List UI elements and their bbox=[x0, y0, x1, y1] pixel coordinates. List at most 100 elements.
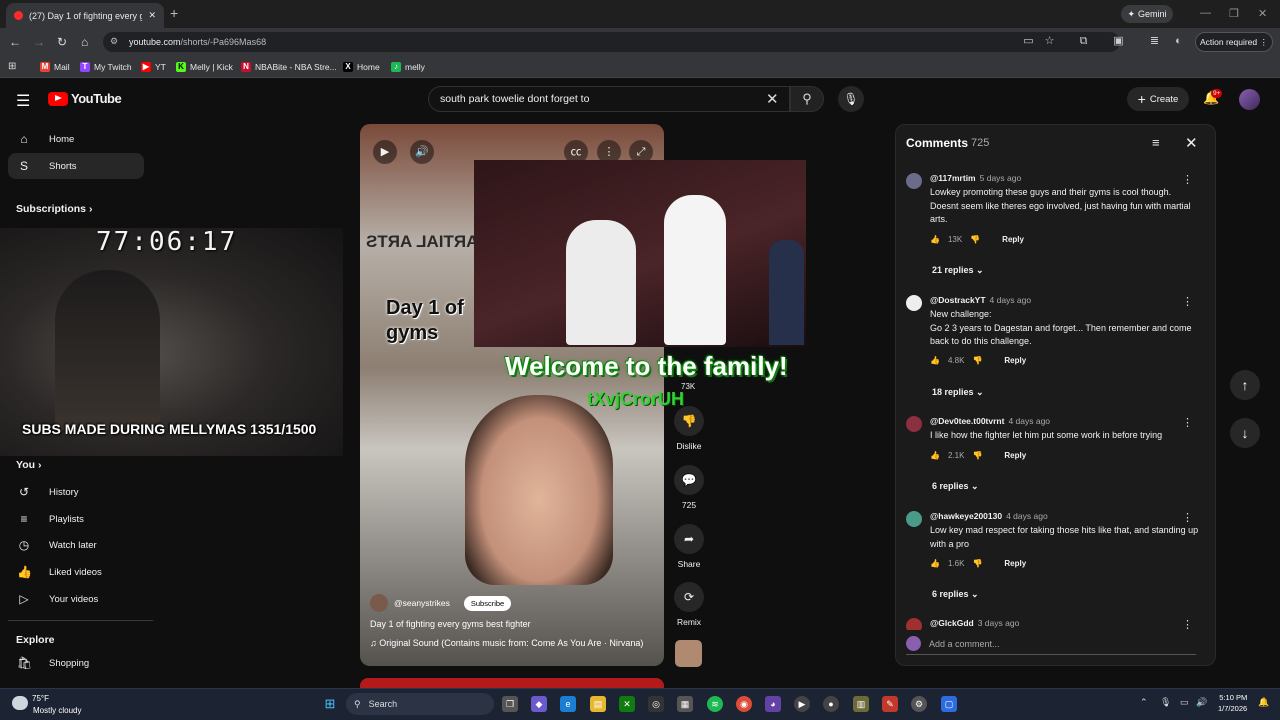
bookmark-kick[interactable]: K Melly | Kick bbox=[176, 59, 233, 74]
volume-tray-icon[interactable]: 🔊 bbox=[1196, 697, 1207, 708]
dislike-icon[interactable]: 👎 bbox=[970, 235, 980, 244]
profile-icon[interactable]: ◐ bbox=[1172, 35, 1185, 48]
commenter-name[interactable]: @GlckGdd bbox=[930, 618, 974, 628]
extensions-icon[interactable]: ⧉ bbox=[1077, 35, 1090, 48]
dislike-icon[interactable]: 👎 bbox=[972, 356, 982, 365]
commenter-name[interactable]: @DostrackYT bbox=[930, 295, 986, 305]
view-replies-button[interactable]: 6 replies ⌄ bbox=[932, 589, 979, 600]
you-heading[interactable]: You › bbox=[16, 459, 41, 471]
reload-icon[interactable]: ↻ bbox=[57, 35, 67, 49]
next-short-preview[interactable] bbox=[360, 678, 664, 688]
subscriptions-heading[interactable]: Subscriptions › bbox=[16, 203, 92, 215]
dislike-icon[interactable]: 👎 bbox=[972, 559, 982, 568]
copilot-icon[interactable]: ◆ bbox=[531, 696, 547, 712]
more-options-icon[interactable]: ⋮ bbox=[1182, 173, 1193, 186]
bookmark-mail[interactable]: M Mail bbox=[40, 59, 70, 74]
reply-button[interactable]: Reply bbox=[1002, 235, 1024, 244]
account-avatar[interactable] bbox=[1239, 89, 1260, 110]
media-player-icon[interactable]: ▶ bbox=[794, 696, 810, 712]
site-info-icon[interactable]: ⚙ bbox=[110, 36, 118, 47]
more-options-icon[interactable]: ⋮ bbox=[1182, 295, 1193, 308]
app-icon[interactable]: ▢ bbox=[941, 696, 957, 712]
notification-center-icon[interactable]: 🔔 bbox=[1258, 697, 1269, 708]
like-icon[interactable]: 👍 bbox=[930, 451, 940, 460]
play-icon[interactable]: ▶ bbox=[373, 140, 397, 164]
menu-icon[interactable]: ☰ bbox=[16, 91, 30, 111]
edge-icon[interactable]: e bbox=[560, 696, 576, 712]
chrome-icon[interactable]: ◉ bbox=[736, 696, 752, 712]
back-icon[interactable]: ← bbox=[9, 35, 21, 49]
search-input[interactable]: south park towelie dont forget to bbox=[428, 86, 790, 112]
sort-icon[interactable]: ≡ bbox=[1152, 135, 1160, 150]
settings-icon[interactable]: ⚙ bbox=[911, 696, 927, 712]
bookmark-star-icon[interactable]: ☆ bbox=[1043, 35, 1056, 48]
previous-short-button[interactable]: ↑ bbox=[1230, 370, 1260, 400]
comments-button[interactable]: 💬 725 bbox=[672, 465, 706, 510]
next-short-button[interactable]: ↓ bbox=[1230, 418, 1260, 448]
tab-close-icon[interactable]: ✕ bbox=[148, 10, 156, 21]
share-button[interactable]: ➦ Share bbox=[672, 524, 706, 569]
minimize-icon[interactable]: — bbox=[1200, 7, 1211, 19]
subscribe-button[interactable]: Subscribe bbox=[463, 595, 512, 611]
bookmark-melly[interactable]: ♪ melly bbox=[391, 59, 425, 74]
more-options-icon[interactable]: ⋮ bbox=[1182, 511, 1193, 524]
more-options-icon[interactable]: ⋮ bbox=[1182, 416, 1193, 429]
bookmark-nbabite[interactable]: N NBABite - NBA Stre... bbox=[241, 59, 337, 74]
tray-chevron-icon[interactable]: ⌃ bbox=[1140, 697, 1148, 708]
bookmark-twitch[interactable]: T My Twitch bbox=[80, 59, 132, 74]
commenter-name[interactable]: @117mrtim bbox=[930, 173, 976, 183]
channel-name[interactable]: @seanystrikes bbox=[394, 598, 450, 608]
sidebar-item-home[interactable]: ⌂ Home bbox=[8, 126, 144, 152]
obs-icon[interactable]: ● bbox=[823, 696, 839, 712]
video-title[interactable]: Day 1 of fighting every gyms best fighte… bbox=[370, 619, 531, 629]
dislike-button[interactable]: 👎 Dislike bbox=[672, 406, 706, 451]
close-comments-icon[interactable]: ✕ bbox=[1185, 134, 1198, 152]
commenter-name[interactable]: @Dev0tee.t00tvrnt bbox=[930, 416, 1004, 426]
dislike-icon[interactable]: 👎 bbox=[972, 451, 982, 460]
commenter-name[interactable]: @hawkeye200130 bbox=[930, 511, 1002, 521]
cast-icon[interactable]: ▭ bbox=[1022, 35, 1035, 48]
windows-start-icon[interactable]: ⊞ bbox=[322, 696, 338, 712]
network-icon[interactable]: ▭ bbox=[1180, 697, 1189, 708]
task-view-icon[interactable]: ❐ bbox=[502, 696, 518, 712]
sidebar-item-shorts[interactable]: S Shorts bbox=[8, 153, 144, 179]
xbox-icon[interactable]: ✕ bbox=[619, 696, 635, 712]
address-bar[interactable]: youtube.com/shorts/-Pa696Mas68 bbox=[103, 32, 1120, 52]
reply-button[interactable]: Reply bbox=[1004, 559, 1026, 568]
sidebar-item-watch-later[interactable]: ◷ Watch later bbox=[8, 532, 144, 558]
channel-row[interactable]: @seanystrikes Subscribe bbox=[370, 594, 512, 612]
app-icon[interactable]: ▥ bbox=[853, 696, 869, 712]
bookmark-yt[interactable]: ▶ YT bbox=[141, 59, 166, 74]
weather-widget[interactable]: 75°F Mostly cloudy bbox=[12, 692, 81, 716]
action-required-button[interactable]: Action required ⋮ bbox=[1195, 32, 1273, 52]
commenter-avatar[interactable] bbox=[906, 173, 922, 189]
commenter-avatar[interactable] bbox=[906, 295, 922, 311]
screenshot-icon[interactable]: ▣ bbox=[1112, 35, 1125, 48]
commenter-avatar[interactable] bbox=[906, 511, 922, 527]
like-icon[interactable]: 👍 bbox=[930, 559, 940, 568]
commenter-avatar[interactable] bbox=[906, 618, 922, 630]
sidebar-item-liked-videos[interactable]: 👍 Liked videos bbox=[8, 559, 144, 585]
like-icon[interactable]: 👍 bbox=[930, 356, 940, 365]
apps-grid-icon[interactable]: ⊞ bbox=[8, 61, 16, 72]
sidebar-item-playlists[interactable]: ≡ Playlists bbox=[8, 506, 144, 532]
forward-icon[interactable]: → bbox=[33, 35, 45, 49]
video-sound[interactable]: ♫ Original Sound (Contains music from: C… bbox=[370, 638, 643, 648]
spotify-icon[interactable]: ≋ bbox=[707, 696, 723, 712]
home-icon[interactable]: ⌂ bbox=[81, 35, 88, 49]
add-comment-row[interactable]: Add a comment... bbox=[906, 636, 1196, 655]
sound-thumbnail[interactable] bbox=[675, 640, 702, 667]
system-clock[interactable]: 5:10 PM 1/7/2026 bbox=[1218, 692, 1247, 714]
store-icon[interactable]: ▦ bbox=[677, 696, 693, 712]
youtube-logo[interactable]: YouTube bbox=[48, 91, 122, 106]
reading-list-icon[interactable]: ≣ bbox=[1148, 35, 1161, 48]
maximize-icon[interactable]: ❐ bbox=[1229, 7, 1239, 20]
channel-avatar[interactable] bbox=[370, 594, 388, 612]
microphone-icon[interactable]: 🎙 bbox=[838, 86, 864, 112]
create-button[interactable]: + Create bbox=[1127, 87, 1189, 111]
commenter-avatar[interactable] bbox=[906, 416, 922, 432]
clear-search-icon[interactable]: ✕ bbox=[766, 90, 779, 108]
mic-tray-icon[interactable]: 🎙 bbox=[1160, 697, 1171, 708]
view-replies-button[interactable]: 21 replies ⌄ bbox=[932, 265, 984, 276]
reply-button[interactable]: Reply bbox=[1004, 356, 1026, 365]
